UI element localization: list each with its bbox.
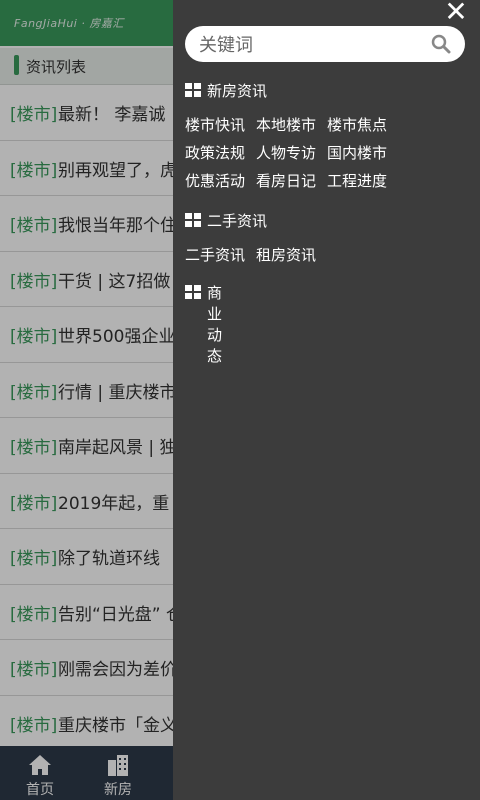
link-policy[interactable]: 政策法规 bbox=[185, 142, 245, 163]
category-header[interactable]: 二手资讯 bbox=[185, 210, 327, 232]
category-name: 新房资讯 bbox=[207, 82, 268, 100]
search-input[interactable] bbox=[197, 30, 421, 60]
link-domestic-market[interactable]: 国内楼市 bbox=[327, 142, 387, 163]
category-name: 二手资讯 bbox=[207, 212, 268, 230]
category-newhouse: 新房资讯 楼市快讯 本地楼市 楼市焦点 政策法规 人物专访 国内楼市 优惠活动 看房日记工… bbox=[185, 80, 398, 198]
grid-icon bbox=[185, 83, 201, 97]
grid-icon bbox=[185, 213, 201, 227]
link-construction-progress[interactable]: 工程进度 bbox=[327, 170, 387, 191]
link-market-news[interactable]: 楼市快讯 bbox=[185, 114, 245, 135]
link-rental-news[interactable]: 租房资讯 bbox=[256, 244, 316, 265]
category-header[interactable]: 新房资讯 bbox=[185, 80, 398, 102]
link-market-focus[interactable]: 楼市焦点 bbox=[327, 114, 387, 135]
search-box bbox=[185, 26, 465, 62]
link-secondhand-news[interactable]: 二手资讯 bbox=[185, 244, 245, 265]
link-interview[interactable]: 人物专访 bbox=[256, 142, 316, 163]
category-links: 楼市快讯 本地楼市 楼市焦点 政策法规 人物专访 国内楼市 优惠活动 看房日记 工程进度 bbox=[185, 114, 398, 198]
grid-icon bbox=[185, 285, 201, 299]
link-viewing-diary[interactable]: 看房日记 bbox=[256, 170, 316, 191]
link-local-market[interactable]: 本地楼市 bbox=[256, 114, 316, 135]
category-links: 二手资讯 租房资讯 bbox=[185, 244, 327, 272]
close-icon[interactable]: ✕ bbox=[443, 0, 469, 26]
search-icon[interactable] bbox=[431, 34, 451, 54]
link-promotions[interactable]: 优惠活动 bbox=[185, 170, 245, 191]
category-secondhand: 二手资讯 二手资讯 租房资讯 bbox=[185, 210, 327, 272]
category-name: 商业动态 bbox=[207, 284, 223, 365]
